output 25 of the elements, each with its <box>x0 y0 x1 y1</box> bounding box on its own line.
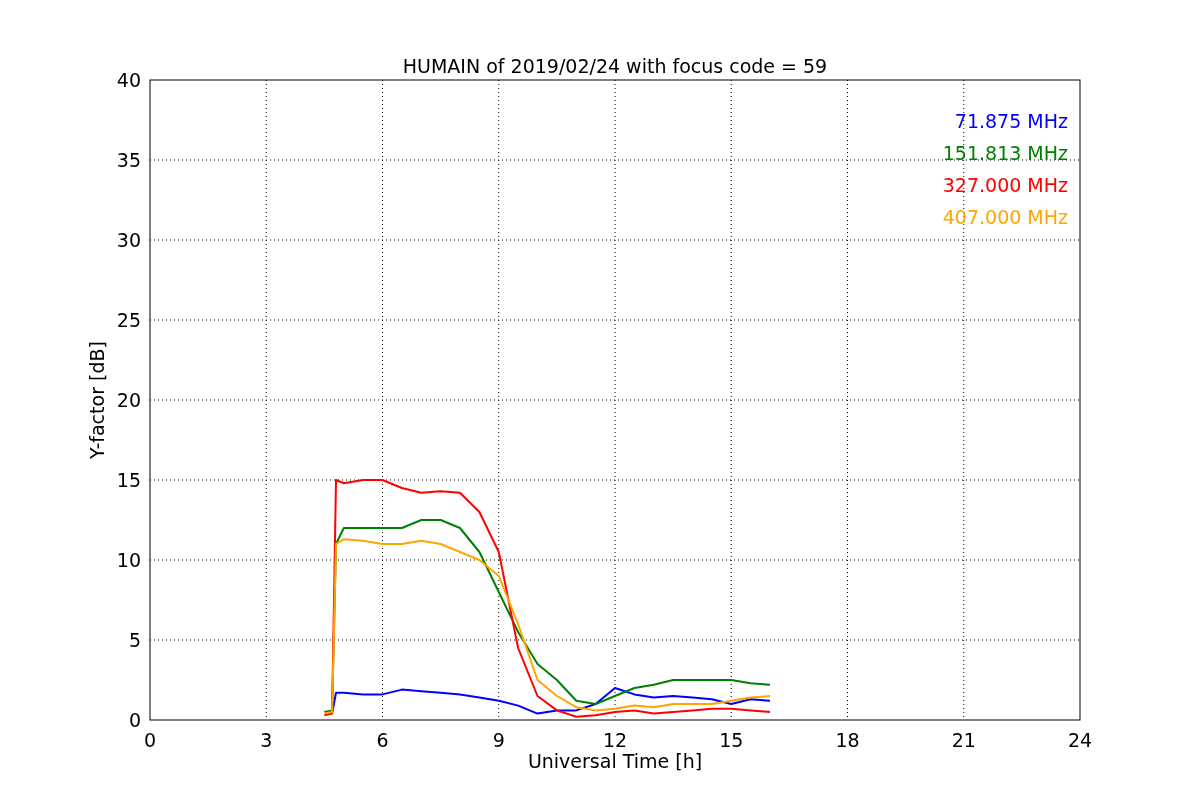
tick-label: 15 <box>116 469 141 491</box>
tick-label: 35 <box>116 149 141 171</box>
legend-label: 151.813 MHz <box>942 142 1068 164</box>
legend-label: 407.000 MHz <box>942 206 1068 228</box>
tick-label: 6 <box>376 729 389 751</box>
tick-label: 0 <box>128 709 141 731</box>
tick-label: 0 <box>143 729 157 751</box>
tick-label: 15 <box>719 729 744 751</box>
axis-label: Universal Time [h] <box>527 750 703 772</box>
axis-label: Y-factor [dB] <box>86 341 108 459</box>
legend-label: 71.875 MHz <box>954 110 1068 132</box>
tick-label: 25 <box>116 309 141 331</box>
tick-label: 40 <box>116 69 141 91</box>
tick-label: 12 <box>602 729 628 751</box>
tick-label: 5 <box>128 629 141 651</box>
tick-label: 21 <box>951 729 976 751</box>
tick-label: 20 <box>116 389 141 411</box>
legend-label: 327.000 MHz <box>942 174 1068 196</box>
tick-label: 18 <box>835 729 860 751</box>
tick-label: 30 <box>116 229 141 251</box>
tick-label: 9 <box>492 729 505 751</box>
tick-label: 3 <box>260 729 273 751</box>
tick-label: 10 <box>116 549 141 571</box>
tick-label: 24 <box>1067 729 1093 751</box>
chart-title: HUMAIN of 2019/02/24 with focus code = 59 <box>402 55 828 77</box>
